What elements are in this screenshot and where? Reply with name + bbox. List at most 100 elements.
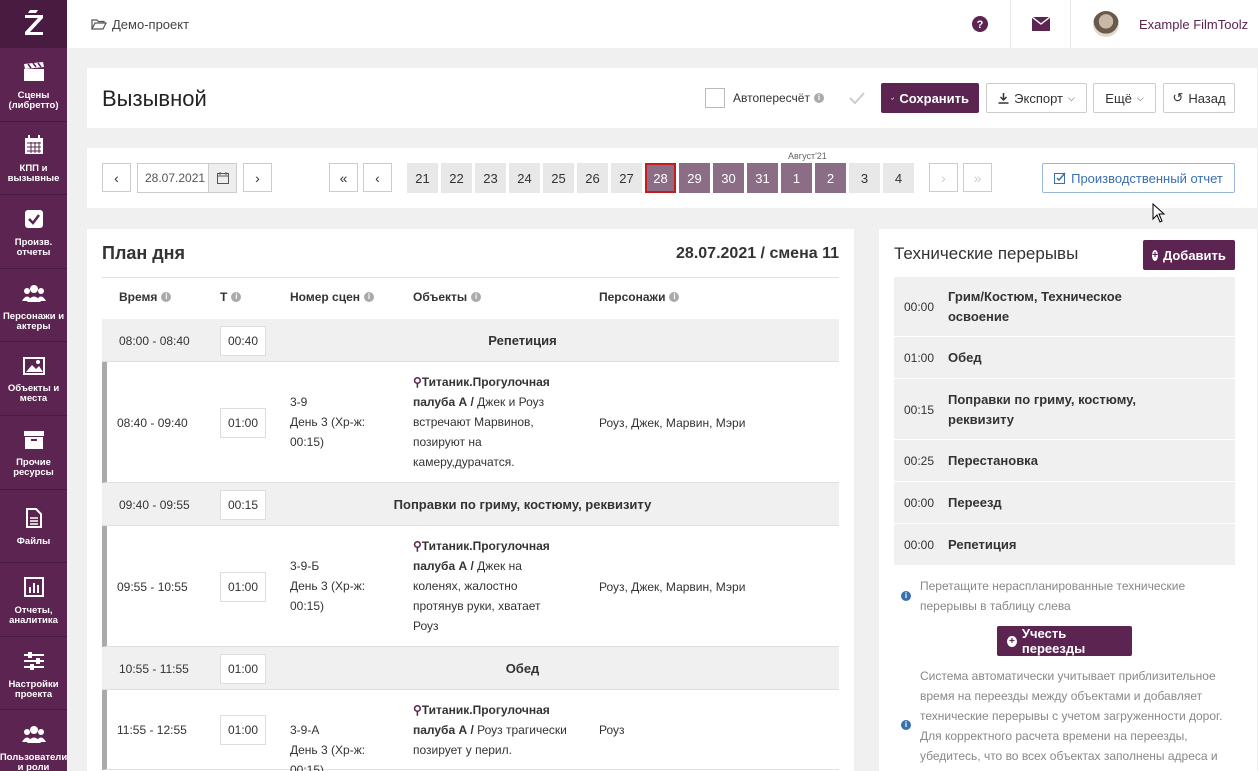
sidebar-item[interactable]: Сцены (либретто): [0, 48, 67, 122]
calendar-icon[interactable]: [208, 164, 236, 192]
day-button[interactable]: 22: [441, 163, 472, 193]
col-header-time[interactable]: Время i: [119, 290, 172, 304]
col-header-scene[interactable]: Номер сцен i: [290, 290, 375, 304]
day-button[interactable]: 30: [713, 163, 744, 193]
sidebar-item-label: Персонажи и актеры: [2, 310, 65, 332]
date-input[interactable]: 28.07.2021: [137, 163, 237, 193]
sidebar-item[interactable]: Настройки проекта: [0, 637, 67, 711]
tech-break-item[interactable]: 00:00 Грим/Костюм, Техническое освоение: [894, 277, 1235, 337]
object-name[interactable]: Титаник.Прогулочная: [422, 539, 550, 553]
sidebar-item-label: Сцены (либретто): [8, 89, 59, 111]
break-label: Поправки по гриму, костюму, реквизиту: [393, 496, 652, 512]
file-icon: [25, 508, 42, 537]
duration-input[interactable]: 00:15: [220, 489, 266, 520]
scene-info: 3-9 День 3 (Хр-ж: 00:15): [290, 392, 365, 452]
scene-desc: позирует у перил.: [413, 743, 512, 757]
tech-break-item[interactable]: 00:00 Репетиция: [894, 524, 1235, 566]
col-header-t[interactable]: Тi: [220, 290, 242, 304]
tech-name-line: Репетиция: [948, 537, 1017, 552]
object-name-2[interactable]: палуба А /: [413, 559, 474, 573]
day-button[interactable]: 28: [645, 163, 676, 193]
prev-day-button[interactable]: ‹: [102, 163, 131, 192]
day-button[interactable]: 4: [883, 163, 914, 193]
tech-name-line: Обед: [948, 350, 982, 365]
tech-break-item[interactable]: 00:00 Переезд: [894, 482, 1235, 524]
tech-break-item[interactable]: 01:00 Обед: [894, 337, 1235, 379]
add-break-button[interactable]: + Добавить: [1143, 240, 1235, 270]
export-button[interactable]: Экспорт ⌵: [986, 83, 1087, 113]
day-button[interactable]: 26: [577, 163, 608, 193]
production-report-button[interactable]: Производственный отчет: [1042, 163, 1235, 193]
tech-time: 00:25: [904, 454, 935, 468]
col-header-characters[interactable]: Персонажи i: [599, 290, 680, 304]
map-marker-icon: ⚲: [413, 539, 422, 553]
day-button[interactable]: 25: [543, 163, 574, 193]
tech-break-item[interactable]: 00:25 Перестановка: [894, 440, 1235, 482]
info-icon: i: [471, 292, 482, 302]
sidebar-item[interactable]: Произв. отчеты: [0, 195, 67, 269]
save-button[interactable]: Сохранить: [881, 83, 979, 113]
back-button[interactable]: ↺ Назад: [1163, 83, 1235, 113]
last-page-button[interactable]: »: [963, 163, 992, 192]
day-button[interactable]: 23: [475, 163, 506, 193]
duration-input[interactable]: 01:00: [220, 407, 266, 438]
next-day-button[interactable]: ›: [243, 163, 272, 192]
tech-break-item[interactable]: 00:15 Поправки по гриму, костюму, реквизит…: [894, 379, 1235, 440]
account-travel-button[interactable]: + Учесть переезды: [997, 626, 1132, 656]
prev-page-button[interactable]: ‹: [363, 163, 392, 192]
tech-name-line: Переезд: [948, 495, 1002, 510]
help-button[interactable]: ?: [950, 0, 1010, 48]
duration-input[interactable]: 00:40: [220, 325, 266, 356]
sidebar-item[interactable]: Персонажи и актеры: [0, 269, 67, 343]
sidebar-item[interactable]: КПП и вызывные: [0, 122, 67, 196]
day-button[interactable]: 31: [747, 163, 778, 193]
day-button[interactable]: 1: [781, 163, 812, 193]
duration-input[interactable]: 01:00: [220, 653, 266, 684]
row-time: 08:40 - 09:40: [117, 415, 188, 430]
svg-text:?: ?: [977, 19, 984, 31]
object-line: ⚲Титаник.Прогулочная: [413, 536, 550, 556]
col-header-objects[interactable]: Объекты i: [413, 290, 482, 304]
day-button[interactable]: 27: [611, 163, 642, 193]
object-name-2[interactable]: палуба А /: [413, 723, 474, 737]
sidebar-item[interactable]: Пользователи и роли: [0, 710, 67, 771]
tech-name: Переезд: [948, 493, 1002, 513]
autocalc-checkbox[interactable]: [705, 88, 725, 108]
day-button[interactable]: 3: [849, 163, 880, 193]
clapperboard-icon: [23, 61, 45, 91]
scene-scene: 3-9-Б: [290, 559, 320, 573]
breadcrumb[interactable]: Демо-проект: [91, 17, 189, 32]
sidebar-item[interactable]: Объекты и места: [0, 342, 67, 416]
filmtoolz-logo[interactable]: [0, 0, 67, 48]
tech-time: 00:00: [904, 300, 935, 314]
sidebar-item[interactable]: Файлы: [0, 490, 67, 564]
user-menu[interactable]: Example FilmToolz: [1070, 0, 1258, 48]
production-report-label: Производственный отчет: [1071, 170, 1223, 186]
info-icon: i: [901, 591, 911, 601]
scene-info: 3-9-А День 3 (Хр-ж: 00:15): [290, 720, 365, 771]
project-name[interactable]: Демо-проект: [112, 17, 189, 32]
map-marker-icon: ⚲: [413, 703, 422, 717]
duration-input[interactable]: 01:00: [220, 571, 266, 602]
sidebar-item[interactable]: Отчеты, аналитика: [0, 563, 67, 637]
object-line: ⚲Титаник.Прогулочная: [413, 372, 550, 392]
object-name-2[interactable]: палуба А /: [413, 395, 474, 409]
day-button[interactable]: 29: [679, 163, 710, 193]
edit-icon: [1054, 172, 1066, 184]
month-label: Август'21: [788, 151, 827, 161]
day-button[interactable]: 21: [407, 163, 438, 193]
messages-button[interactable]: [1010, 0, 1070, 48]
next-page-button[interactable]: ›: [929, 163, 958, 192]
object-name[interactable]: Титаник.Прогулочная: [422, 375, 550, 389]
image-icon: [22, 357, 45, 384]
day-button[interactable]: 2: [815, 163, 846, 193]
sidebar-item[interactable]: Прочие ресурсы: [0, 416, 67, 490]
duration-input[interactable]: 01:00: [220, 715, 266, 745]
row-time: 09:55 - 10:55: [117, 579, 188, 594]
envelope-icon: [1031, 17, 1050, 31]
info-icon: i: [669, 292, 680, 302]
day-button[interactable]: 24: [509, 163, 540, 193]
first-page-button[interactable]: «: [329, 163, 358, 192]
more-button[interactable]: Ещё ⌵: [1093, 83, 1156, 113]
object-name[interactable]: Титаник.Прогулочная: [422, 703, 550, 717]
